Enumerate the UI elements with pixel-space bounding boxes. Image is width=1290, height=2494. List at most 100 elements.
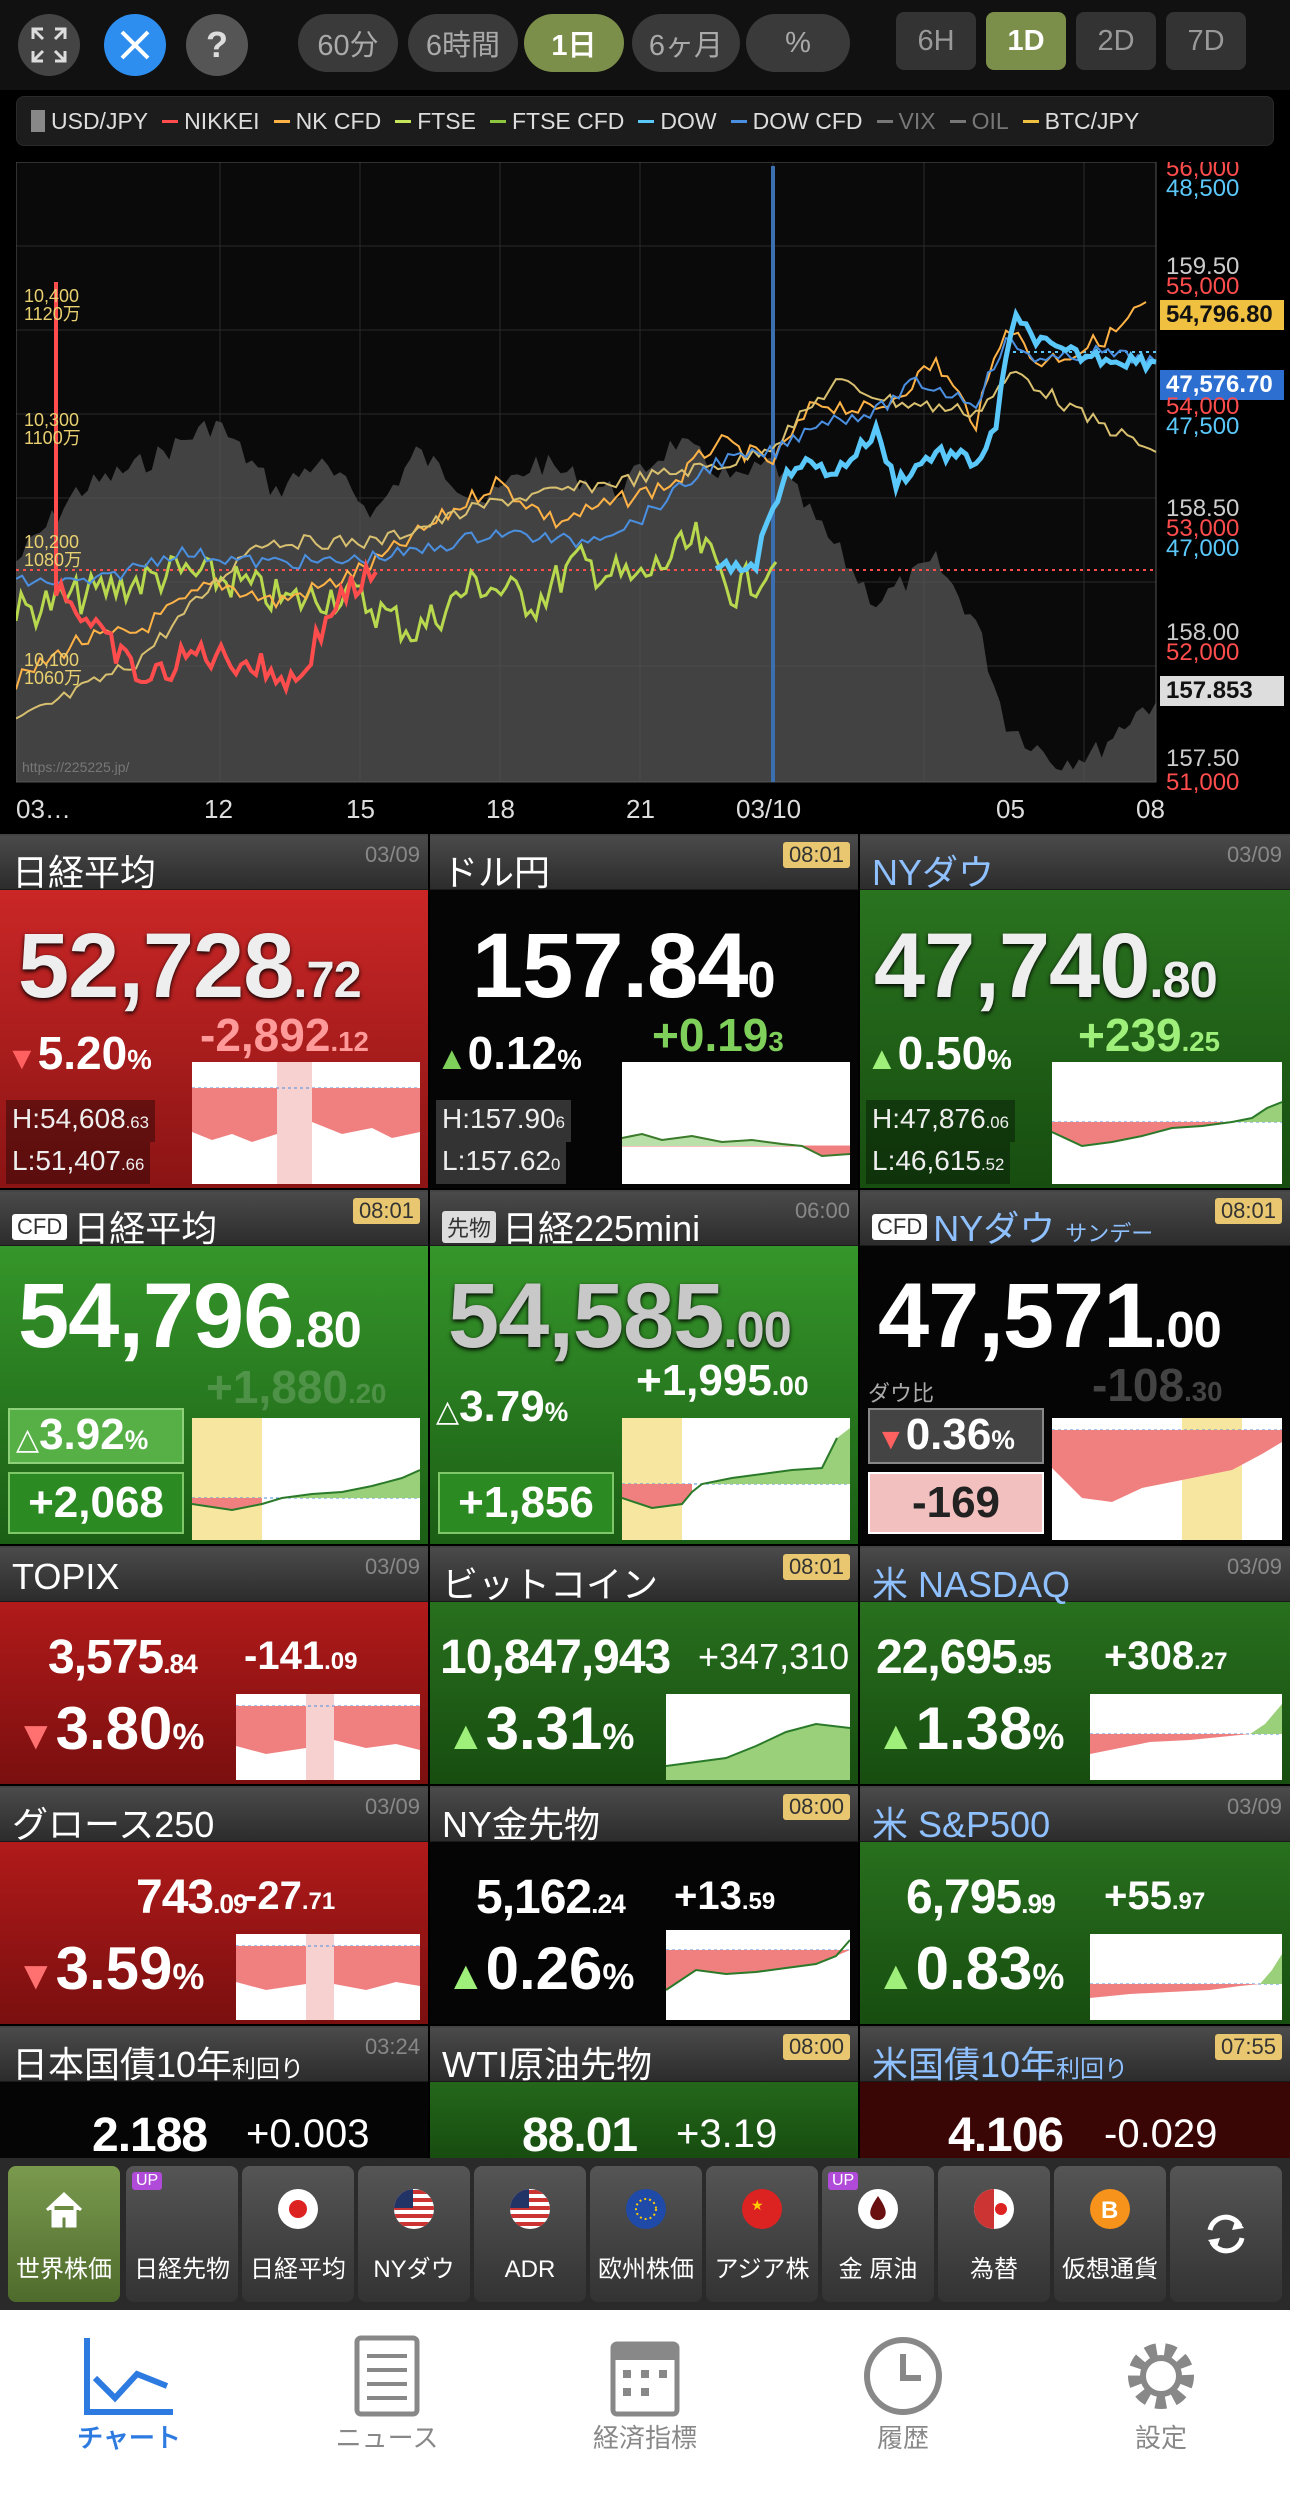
tile-dow[interactable]: NYダウ 03/09 47,740.80 ▲0.50% +239.25 H:47… — [860, 834, 1290, 1188]
tab-settings[interactable]: 設定 — [1032, 2310, 1290, 2494]
tile-value: 54,585.00 — [448, 1265, 792, 1367]
y-tick-label: 157.853 — [1166, 677, 1253, 704]
left-tick-label: 1060万 — [24, 668, 82, 688]
tile-percent: ▼3.59% — [16, 1935, 205, 2002]
nav-ny-dow[interactable]: NYダウ — [358, 2166, 470, 2302]
period-1d[interactable]: 1D — [986, 12, 1066, 70]
tile-change: -141.09 — [244, 1634, 358, 1678]
tab-label: 設定 — [1134, 2423, 1187, 2453]
tile-time: 03:24 — [364, 2034, 420, 2059]
tile-value: 22,695.95 — [876, 1631, 1051, 1684]
tile-nikkei[interactable]: 日経平均 03/09 52,728.72 ▼5.20% -2,892.12 H:… — [0, 834, 428, 1188]
svg-text:★: ★ — [751, 2197, 764, 2213]
tile-ust10y[interactable]: 米国債10年利回り 07:55 4.106 -0.029 — [860, 2026, 1290, 2158]
mini-chart — [622, 1062, 850, 1184]
tile-percent: △3.92% — [8, 1408, 184, 1464]
tile-nikkei225mini[interactable]: 先物 日経225mini 06:00 54,585.00 △3.79% +1,99… — [430, 1190, 858, 1544]
tile-time: 03/09 — [364, 1794, 420, 1819]
legend-ftse-cfd[interactable]: FTSE CFD — [489, 108, 624, 135]
nav-nikkei-average[interactable]: 日経平均 — [242, 2166, 354, 2302]
legend-btcjpy[interactable]: BTC/JPY — [1022, 108, 1139, 135]
tile-topix[interactable]: TOPIX 03/09 3,575.84 -141.09 ▼3.80% — [0, 1546, 428, 1784]
nav-adr[interactable]: ADR — [474, 2166, 586, 2302]
tile-jgb10y[interactable]: 日本国債10年利回り 03:24 2.188 +0.003 — [0, 2026, 428, 2158]
tile-title: ドル円 — [442, 852, 551, 893]
nav-europe-stocks[interactable]: 欧州株価 — [590, 2166, 702, 2302]
chart-svg: 03… 12 15 18 21 03/10 05 08 56,00048,500159.505… — [14, 155, 1284, 824]
range-percent[interactable]: % — [746, 14, 850, 72]
nav-label: 金 原油 — [838, 2256, 918, 2283]
tab-label: チャート — [77, 2423, 181, 2453]
tile-change: +55.97 — [1104, 1874, 1206, 1918]
fullscreen-icon[interactable] — [18, 14, 80, 76]
legend-nk-cfd[interactable]: NK CFD — [273, 108, 381, 135]
period-7d[interactable]: 7D — [1166, 12, 1246, 70]
nav-crypto[interactable]: B 仮想通貨 — [1054, 2166, 1166, 2302]
tab-chart[interactable]: チャート — [0, 2310, 258, 2494]
x-tick-label: 03… — [16, 794, 71, 822]
mini-chart — [192, 1418, 420, 1540]
legend-nikkei[interactable]: NIKKEI — [162, 108, 260, 135]
tile-growth250[interactable]: グロース250 03/09 743.09 -27.71 ▼3.59% — [0, 1786, 428, 2024]
refresh-button[interactable] — [1170, 2166, 1282, 2302]
tile-usdjpy[interactable]: ドル円 08:01 157.840 ▲0.12% +0.193 H:157.90… — [430, 834, 858, 1188]
y-tick-label: 47,500 — [1166, 413, 1239, 440]
range-60min[interactable]: 60分 — [298, 14, 398, 72]
range-6month[interactable]: 6ヶ月 — [632, 14, 740, 72]
mini-chart — [622, 1418, 850, 1540]
tab-news[interactable]: ニュース — [258, 2310, 516, 2494]
tile-time: 03/09 — [364, 1554, 420, 1579]
tile-time: 03/09 — [364, 842, 420, 867]
period-6h[interactable]: 6H — [896, 12, 976, 70]
tile-change: +13.59 — [674, 1874, 776, 1918]
tile-title: 米国債10年利回り — [872, 2044, 1129, 2085]
main-chart[interactable]: 03… 12 15 18 21 03/10 05 08 56,000 48,500 159.50 5… — [14, 155, 1290, 824]
tile-cfd-dow[interactable]: CFD NYダウ サンデー 08:01 47,571.00 ダウ比 -108.30… — [860, 1190, 1290, 1544]
tile-ny-gold[interactable]: NY金先物 08:00 5,162.24 +13.59 ▲0.26% — [430, 1786, 858, 2024]
tile-dowhi-label: ダウ比 — [868, 1381, 935, 1406]
tile-change: -27.71 — [244, 1874, 336, 1918]
legend-dow-cfd[interactable]: DOW CFD — [730, 108, 863, 135]
nav-world-stocks[interactable]: 世界株価 — [8, 2166, 120, 2302]
left-tick-label: 10,100 — [24, 650, 79, 670]
tile-value: 6,795.99 — [906, 1871, 1056, 1924]
up-badge: UP — [828, 2172, 859, 2190]
tab-history[interactable]: 履歴 — [774, 2310, 1032, 2494]
tile-change: +239.25 — [1078, 1009, 1220, 1061]
period-2d[interactable]: 2D — [1076, 12, 1156, 70]
tile-low: L:157.620 — [436, 1142, 567, 1184]
tile-change: +0.193 — [652, 1009, 784, 1061]
nav-gold-oil[interactable]: UP 金 原油 — [822, 2166, 934, 2302]
x-share-icon[interactable] — [104, 14, 166, 76]
us-flag-icon — [510, 2189, 550, 2229]
range-1day[interactable]: 1日 — [524, 14, 624, 72]
legend-dow[interactable]: DOW — [638, 108, 717, 135]
tab-economic-indicators[interactable]: 経済指標 — [516, 2310, 774, 2494]
tile-value: 54,796.80 — [18, 1265, 362, 1367]
tile-title: TOPIX — [12, 1556, 120, 1597]
nav-forex[interactable]: 為替 — [938, 2166, 1050, 2302]
tile-wti[interactable]: WTI原油先物 08:00 88.01 +3.19 — [430, 2026, 858, 2158]
tile-percent: ▲0.26% — [446, 1935, 635, 2002]
legend-oil[interactable]: OIL — [949, 108, 1009, 135]
left-tick-label: 10,400 — [24, 286, 79, 306]
help-icon[interactable]: ? — [186, 14, 248, 76]
left-tick-label: 1080万 — [24, 550, 82, 570]
tile-cfd-nikkei[interactable]: CFD 日経平均 08:01 54,796.80 +1,880.20 △3.92%… — [0, 1190, 428, 1544]
tile-sp500[interactable]: 米 S&P500 03/09 6,795.99 +55.97 ▲0.83% — [860, 1786, 1290, 2024]
nav-asia-stocks[interactable]: ★ アジア株 — [706, 2166, 818, 2302]
legend-vix[interactable]: VIX — [876, 108, 936, 135]
y-tick-label: 51,000 — [1166, 769, 1239, 796]
nav-nikkei-futures[interactable]: UP 日経先物 — [126, 2166, 238, 2302]
y-tick-label: 157.50 — [1166, 745, 1239, 772]
tile-nasdaq[interactable]: 米 NASDAQ 03/09 22,695.95 +308.27 ▲1.38% — [860, 1546, 1290, 1784]
legend-ftse[interactable]: FTSE — [395, 108, 476, 135]
tile-change: +1,995.00 — [636, 1356, 809, 1405]
tile-percent: ▲3.31% — [446, 1695, 635, 1762]
tile-bitcoin[interactable]: ビットコイン 08:01 10,847,943 +347,310 ▲3.31% — [430, 1546, 858, 1784]
china-flag-icon: ★ — [742, 2189, 782, 2229]
range-6h[interactable]: 6時間 — [408, 14, 518, 72]
legend-usdjpy[interactable]: USD/JPY — [31, 108, 148, 135]
tile-time: 03/09 — [1226, 1554, 1282, 1579]
tile-title: 米 NASDAQ — [872, 1564, 1071, 1605]
